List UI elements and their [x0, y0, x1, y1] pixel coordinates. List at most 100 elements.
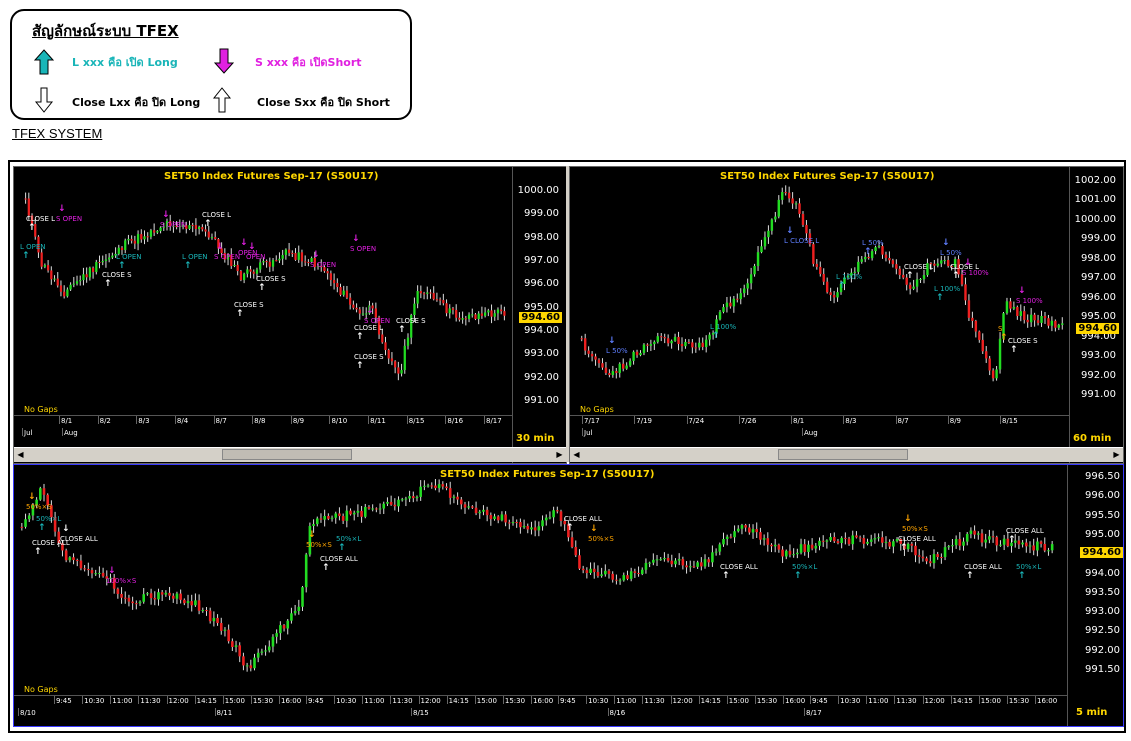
candle-body: [787, 192, 791, 199]
signal-arrow-down-icon: ↓: [1018, 286, 1026, 296]
chart-panel-30min[interactable]: SET50 Index Futures Sep-17 (S50U17) No G…: [13, 166, 567, 464]
candle-body: [628, 360, 632, 366]
date-tick-label: 11:30: [140, 697, 161, 705]
date-tick: [502, 696, 504, 704]
signal-arrow-down-icon: ↓: [108, 566, 116, 576]
price-tick-label: 992.00: [524, 371, 559, 383]
scroll-left-icon[interactable]: ◀: [14, 448, 27, 461]
candle-body: [411, 496, 415, 499]
candle-body: [256, 652, 260, 658]
candle-body: [867, 256, 870, 259]
candle-body: [519, 522, 522, 528]
chart-panel-5min[interactable]: SET50 Index Futures Sep-17 (S50U17) No G…: [13, 464, 1124, 727]
candle-body: [339, 286, 342, 295]
candle-body: [825, 540, 829, 542]
candle-body: [91, 267, 95, 272]
scroll-right-icon[interactable]: ▶: [553, 448, 566, 461]
candle-body: [805, 224, 808, 234]
candle-body: [75, 281, 79, 284]
candle-body: [810, 544, 814, 549]
trade-signal-label: CLOSE ALL: [964, 563, 1002, 571]
date-tick-label: 8/4: [176, 417, 189, 425]
chart-panel-60min[interactable]: SET50 Index Futures Sep-17 (S50U17) No G…: [569, 166, 1124, 464]
candle-body: [1050, 320, 1054, 326]
horizontal-scrollbar[interactable]: ◀ ▶: [570, 447, 1123, 462]
price-tick-label: 997.00: [524, 255, 559, 266]
candle-body: [729, 302, 732, 307]
scroll-right-icon[interactable]: ▶: [1110, 448, 1123, 461]
candle-body: [864, 256, 867, 260]
price-axis: 1002.00 1001.00 1000.00 999.00 998.00 997.00 9…: [1069, 167, 1120, 463]
candle-body: [722, 539, 725, 545]
candle-body: [556, 510, 559, 512]
candle-body: [259, 262, 262, 270]
candle-body: [271, 636, 275, 647]
candle-body: [342, 290, 345, 295]
trade-signal-label: L 100%: [934, 285, 961, 293]
date-tick: [634, 416, 636, 424]
date-tick: [586, 696, 588, 704]
candle-body: [815, 263, 819, 267]
trade-signal-label: S OPEN: [56, 215, 83, 223]
candle-body: [596, 572, 600, 576]
date-tick: [558, 696, 559, 704]
date-tick-label: 8/10: [20, 709, 36, 717]
candle-body: [590, 353, 594, 357]
arrow-down-magenta-icon: [214, 48, 234, 74]
candle-body: [371, 508, 374, 510]
date-tick-label: 9:45: [812, 697, 828, 705]
trade-signal-label: L OPEN: [116, 253, 142, 261]
date-tick: [783, 696, 784, 704]
candle-body: [79, 280, 82, 282]
date-tick: [726, 696, 728, 704]
price-tick-label: 995.00: [1081, 311, 1116, 323]
candle-body: [943, 260, 946, 262]
candle-body: [587, 350, 590, 354]
candle-body: [857, 261, 860, 272]
candle-body: [881, 246, 884, 255]
candle-body: [191, 225, 194, 227]
scroll-thumb[interactable]: [778, 449, 908, 460]
candle-body: [120, 247, 124, 251]
candle-body: [394, 361, 397, 368]
candle-body: [589, 568, 592, 574]
candle-body: [242, 273, 246, 281]
candle-body: [733, 531, 736, 538]
candle-body: [39, 488, 42, 500]
candle-body: [615, 579, 618, 581]
candle-body: [1012, 307, 1016, 309]
candle-body: [718, 311, 722, 320]
candle-body: [604, 367, 608, 374]
candle-body: [578, 555, 581, 569]
trade-signal-label: S OPEN: [310, 261, 337, 269]
signal-arrow-up-icon: ↑: [864, 247, 872, 257]
date-tick: [166, 696, 168, 704]
candle-body: [954, 539, 958, 546]
candle-body: [967, 300, 971, 318]
signal-arrow-up-icon: ↑: [712, 331, 720, 341]
candle-body: [860, 259, 863, 262]
candle-body: [88, 267, 91, 278]
date-tick-label: 14:15: [952, 697, 973, 705]
candle-body: [456, 496, 459, 500]
price-tick-label: 991.00: [524, 395, 559, 406]
candle-body: [530, 527, 533, 530]
scroll-thumb[interactable]: [222, 449, 352, 460]
candle-body: [397, 367, 400, 374]
date-tick-label: 8/11: [370, 417, 386, 425]
candle-body: [378, 508, 382, 510]
candle-body: [416, 291, 419, 304]
candle-body: [24, 519, 27, 527]
date-axis: 8/1 8/2 8/3 8/4 8/7 8/8 8/9 8/10 8/11 8/15 8/16 8/1…: [14, 415, 512, 444]
date-tick: [698, 696, 700, 704]
scroll-left-icon[interactable]: ◀: [570, 448, 583, 461]
candle-body: [101, 261, 104, 263]
horizontal-scrollbar[interactable]: ◀ ▶: [14, 447, 566, 462]
date-tick-label: 8/15: [1002, 417, 1018, 425]
price-tick-label: 999.00: [1081, 233, 1116, 245]
candle-body: [482, 509, 485, 512]
date-tick-label: 8/7: [897, 417, 909, 425]
candle-body: [338, 513, 341, 517]
candle-body: [442, 300, 445, 304]
candle-body: [1036, 320, 1040, 323]
